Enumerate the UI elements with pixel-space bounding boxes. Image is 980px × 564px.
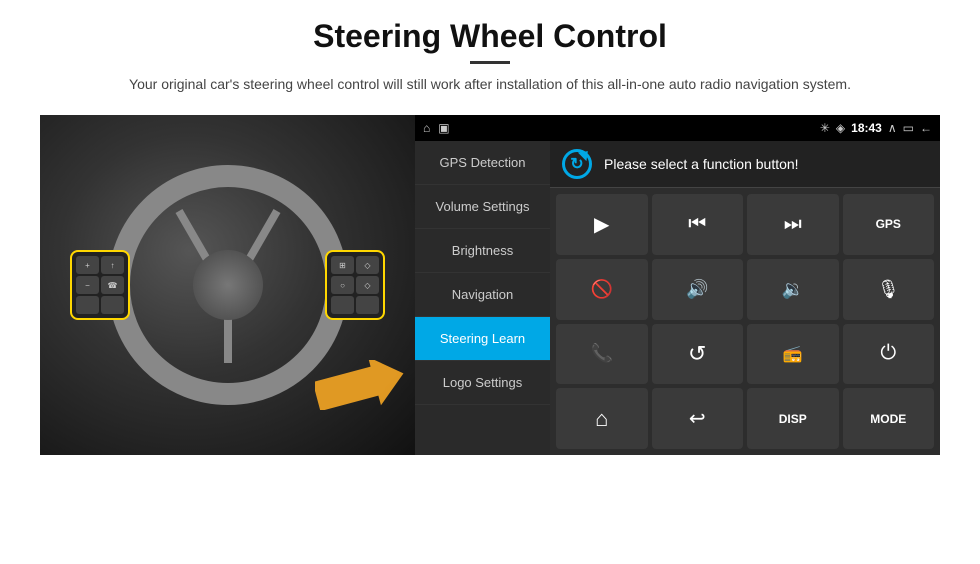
- mini-btn-11: [331, 296, 354, 314]
- status-left: ⌂ ▣: [423, 121, 450, 135]
- radio-button[interactable]: 📻: [747, 324, 839, 385]
- next-button[interactable]: ⏭: [747, 194, 839, 255]
- refresh-icon[interactable]: ↻: [562, 149, 592, 179]
- mini-btn-6: [101, 296, 124, 314]
- vol-up-button[interactable]: 🔊: [652, 259, 744, 320]
- mute-icon: 🚫: [591, 279, 613, 300]
- back-nav-icon[interactable]: ←: [920, 121, 932, 135]
- next-icon: ⏭: [784, 213, 802, 236]
- mic-button[interactable]: 🎙: [843, 259, 935, 320]
- expand-icon: ∧: [888, 121, 897, 135]
- direction-arrow: [315, 360, 405, 415]
- bluetooth-icon: ✳: [820, 121, 830, 135]
- phone-icon: 📞: [591, 343, 613, 364]
- mini-btn-8: ◇: [356, 256, 379, 274]
- mode-label: MODE: [870, 412, 906, 426]
- play-icon: ▶: [594, 212, 609, 237]
- screenshot-icon: ▣: [438, 121, 449, 135]
- loop-icon: ↺: [688, 341, 706, 367]
- time-display: 18:43: [851, 121, 882, 135]
- menu-item-navigation[interactable]: Navigation: [415, 273, 550, 317]
- head-unit: ⌂ ▣ ✳ ◈ 18:43 ∧ ▭ ← GPS Detection: [415, 115, 940, 455]
- wheel-outer-ring: [108, 165, 348, 405]
- menu-item-gps-detection[interactable]: GPS Detection: [415, 141, 550, 185]
- mic-icon: 🎙: [877, 279, 900, 300]
- left-button-cluster: + ↑ − ☎: [70, 250, 130, 320]
- back-icon: ↩: [689, 406, 706, 431]
- battery-icon: ▭: [903, 121, 914, 135]
- function-header-text: Please select a function button!: [604, 156, 799, 172]
- home-status-icon: ⌂: [423, 121, 430, 135]
- menu-item-steering-learn[interactable]: Steering Learn: [415, 317, 550, 361]
- disp-button[interactable]: DISP: [747, 388, 839, 449]
- play-button[interactable]: ▶: [556, 194, 648, 255]
- function-grid: ▶ ⏮ ⏭ GPS 🚫: [550, 188, 940, 455]
- mini-btn-12: [356, 296, 379, 314]
- menu-item-volume-settings[interactable]: Volume Settings: [415, 185, 550, 229]
- steering-wheel-image: + ↑ − ☎ ⊞ ◇ ○ ◇: [40, 115, 415, 455]
- vol-up-icon: 🔊: [686, 279, 708, 300]
- status-bar: ⌂ ▣ ✳ ◈ 18:43 ∧ ▭ ←: [415, 115, 940, 141]
- prev-icon: ⏮: [688, 213, 706, 236]
- wheel-hub: [193, 250, 263, 320]
- menu-item-logo-settings[interactable]: Logo Settings: [415, 361, 550, 405]
- page-title: Steering Wheel Control: [129, 18, 851, 55]
- radio-icon: 📻: [783, 344, 803, 364]
- mini-btn-2: ↑: [101, 256, 124, 274]
- title-divider: [470, 61, 510, 64]
- status-right: ✳ ◈ 18:43 ∧ ▭ ←: [820, 121, 932, 135]
- home-icon: ⌂: [595, 406, 608, 432]
- vol-down-button[interactable]: 🔉: [747, 259, 839, 320]
- mode-button[interactable]: MODE: [843, 388, 935, 449]
- panel-area: GPS Detection Volume Settings Brightness…: [415, 141, 940, 455]
- title-section: Steering Wheel Control Your original car…: [129, 18, 851, 107]
- mini-btn-10: ◇: [356, 276, 379, 294]
- power-button[interactable]: ⏻: [843, 324, 935, 385]
- gps-button[interactable]: GPS: [843, 194, 935, 255]
- gps-label: GPS: [876, 217, 901, 231]
- mini-btn-7: ⊞: [331, 256, 354, 274]
- mini-btn-5: [76, 296, 99, 314]
- vol-down-icon: 🔉: [782, 279, 804, 300]
- menu-sidebar: GPS Detection Volume Settings Brightness…: [415, 141, 550, 455]
- page-container: Steering Wheel Control Your original car…: [0, 0, 980, 564]
- power-icon: ⏻: [880, 342, 896, 365]
- signal-icon: ◈: [836, 121, 845, 135]
- prev-button[interactable]: ⏮: [652, 194, 744, 255]
- phone-button[interactable]: 📞: [556, 324, 648, 385]
- mini-btn-1: +: [76, 256, 99, 274]
- loop-button[interactable]: ↺: [652, 324, 744, 385]
- right-button-cluster: ⊞ ◇ ○ ◇: [325, 250, 385, 320]
- mute-button[interactable]: 🚫: [556, 259, 648, 320]
- function-header: ↻ Please select a function button!: [550, 141, 940, 188]
- page-subtitle: Your original car's steering wheel contr…: [129, 74, 851, 95]
- mini-btn-4: ☎: [101, 276, 124, 294]
- home-button[interactable]: ⌂: [556, 388, 648, 449]
- content-area: + ↑ − ☎ ⊞ ◇ ○ ◇: [40, 115, 940, 455]
- mini-btn-3: −: [76, 276, 99, 294]
- menu-item-brightness[interactable]: Brightness: [415, 229, 550, 273]
- function-panel: ↻ Please select a function button! ▶ ⏮: [550, 141, 940, 455]
- back-button[interactable]: ↩: [652, 388, 744, 449]
- disp-label: DISP: [779, 412, 807, 426]
- mini-btn-9: ○: [331, 276, 354, 294]
